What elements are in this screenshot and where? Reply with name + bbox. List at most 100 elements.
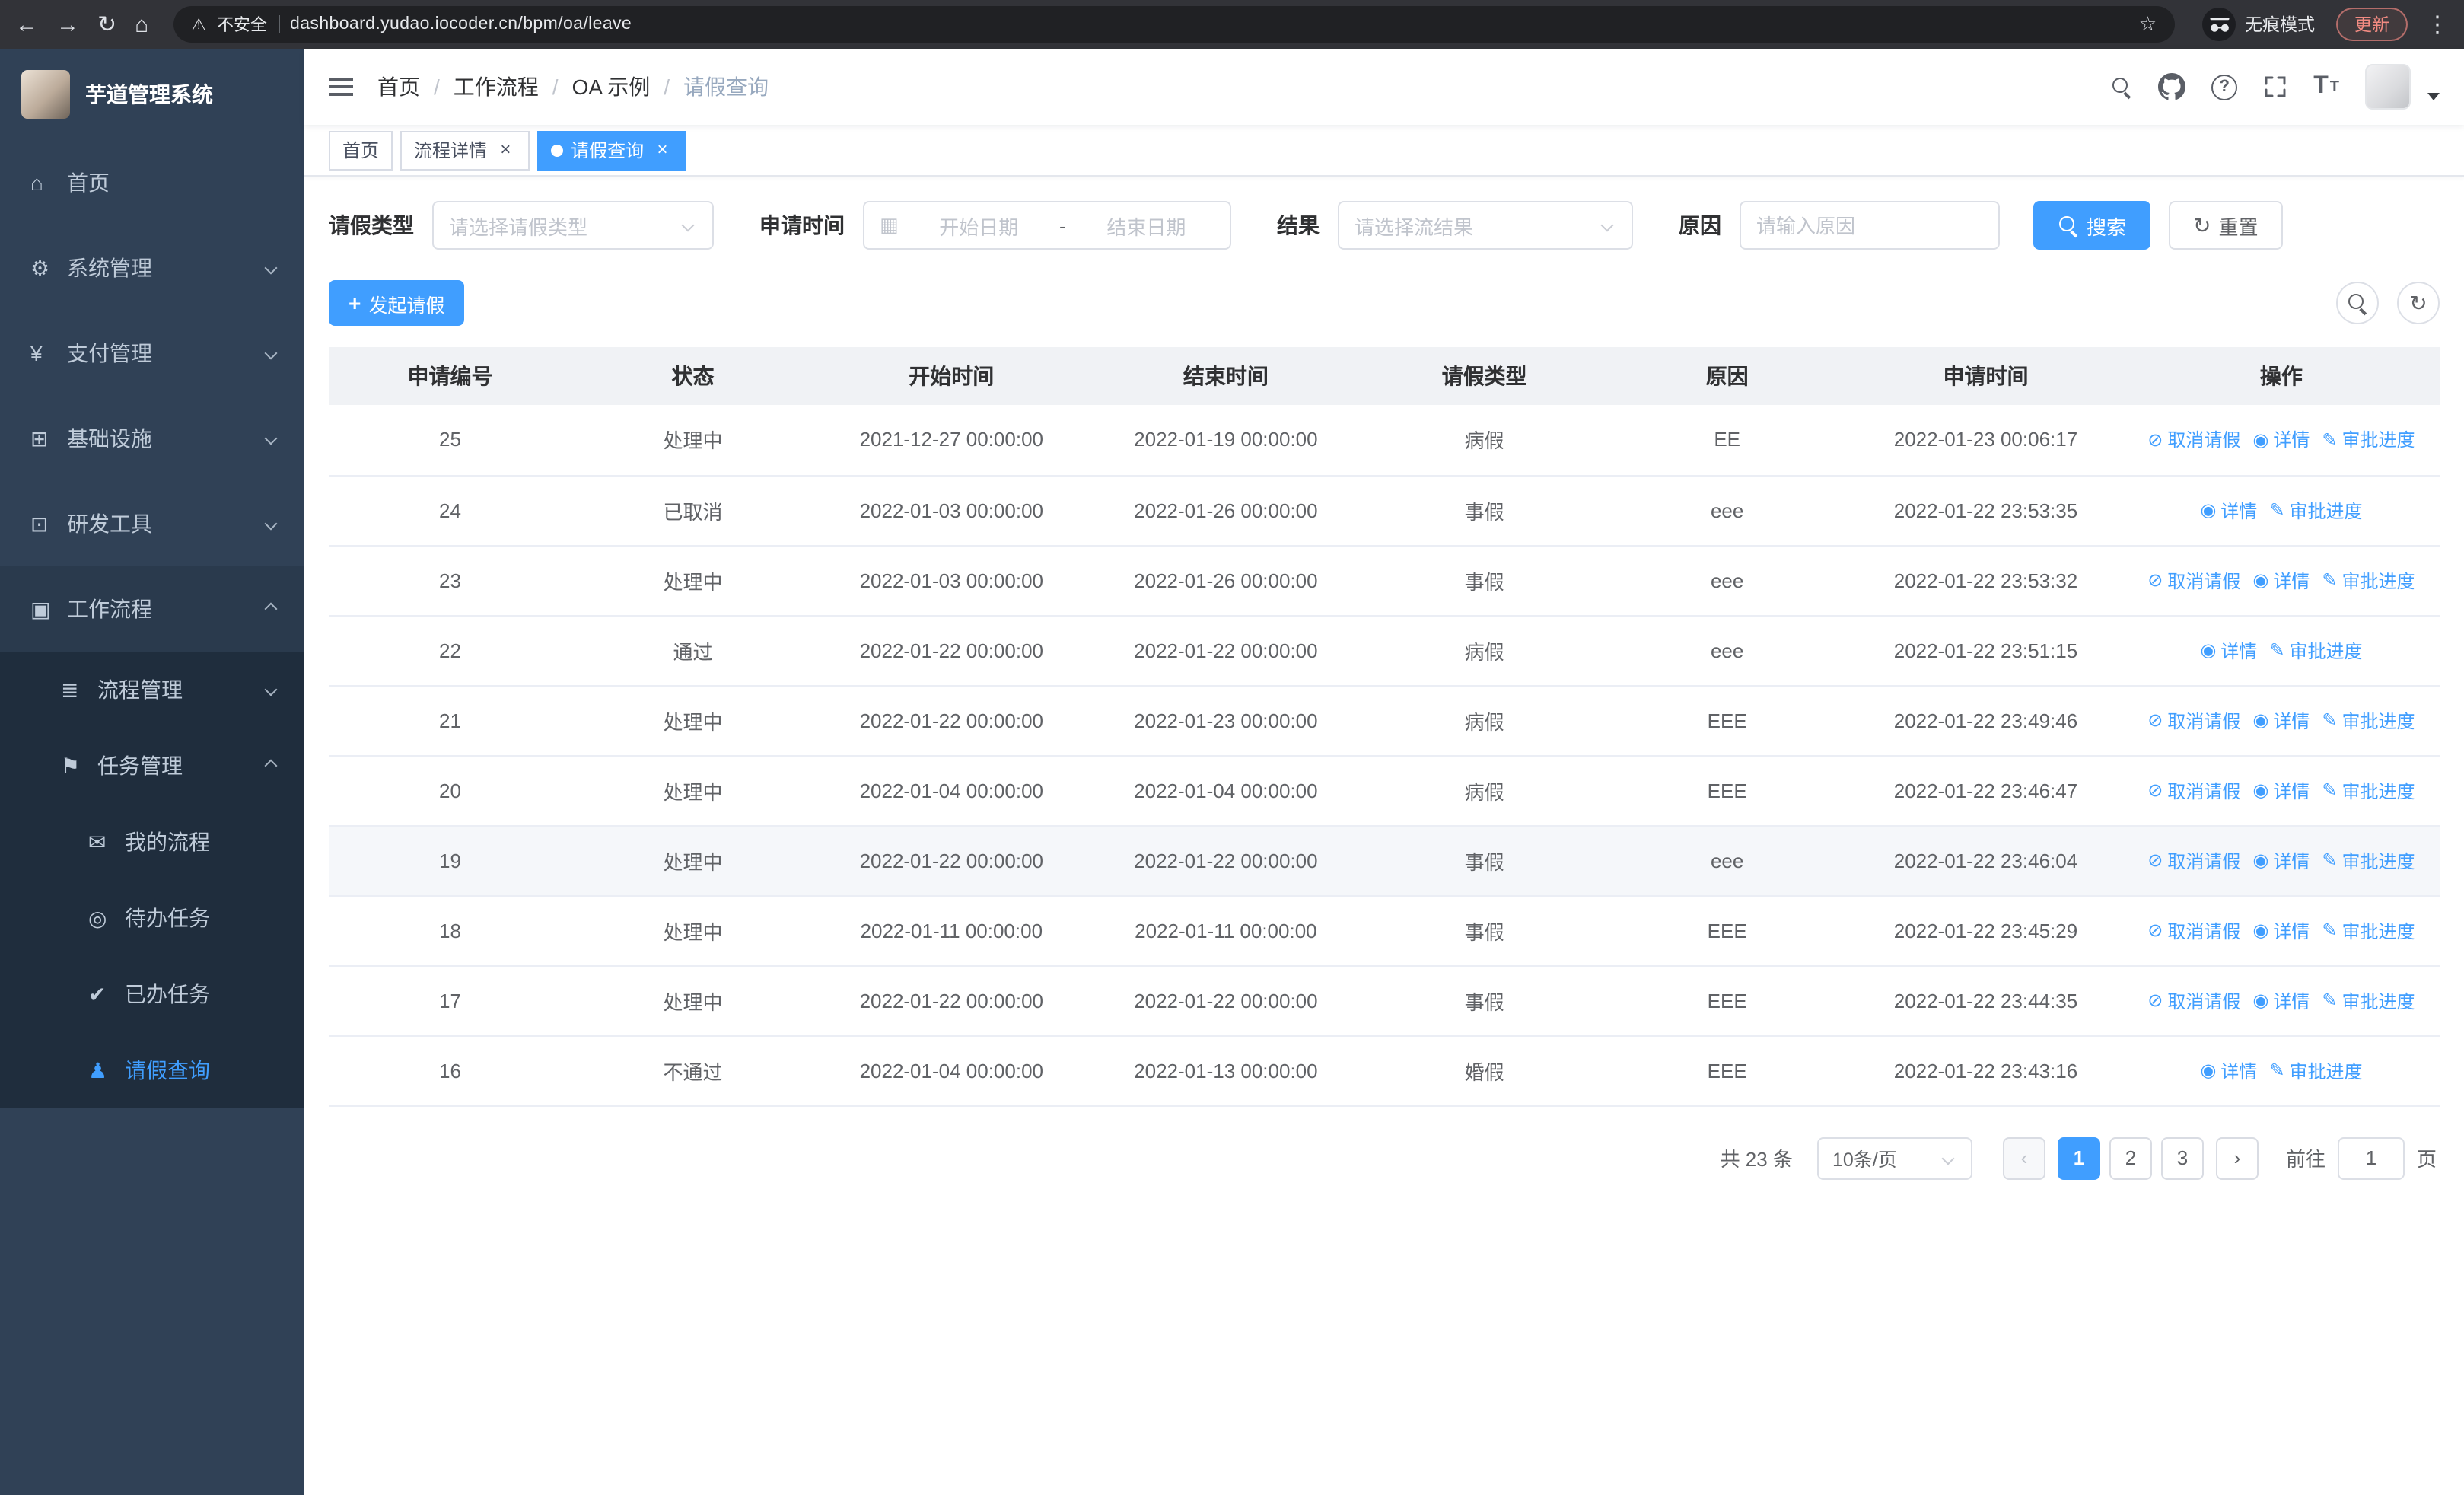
cancel-leave-link[interactable]: ⊘ 取消请假 <box>2147 777 2240 803</box>
github-button[interactable] <box>2158 73 2186 100</box>
kebab-menu-icon[interactable]: ⋮ <box>2426 13 2449 36</box>
search-button[interactable] <box>2111 76 2132 97</box>
incognito-icon <box>2202 8 2236 41</box>
help-button[interactable]: ? <box>2211 74 2238 100</box>
avatar-caret-icon[interactable] <box>2427 93 2440 100</box>
detail-link[interactable]: ◉ 详情 <box>2252 707 2310 733</box>
detail-link[interactable]: ◉ 详情 <box>2252 987 2310 1013</box>
forward-icon[interactable]: → <box>56 13 79 36</box>
sidebar-item-label: 已办任务 <box>125 982 210 1006</box>
approval-progress-link[interactable]: ✎ 审批进度 <box>2269 497 2362 523</box>
refresh-table-button[interactable]: ↻ <box>2397 282 2440 324</box>
op-label: 详情 <box>2220 500 2258 521</box>
reload-icon[interactable]: ↻ <box>97 13 116 36</box>
table-cell: 2022-01-22 23:44:35 <box>1848 965 2123 1036</box>
table-cell: 2022-01-22 00:00:00 <box>1088 615 1364 686</box>
op-label: 审批进度 <box>2289 500 2363 521</box>
search-submit-button[interactable]: 搜索 <box>2033 201 2151 250</box>
close-icon[interactable]: × <box>495 139 516 161</box>
apply-time-range-picker[interactable]: ▦ 开始日期 - 结束日期 <box>863 201 1231 250</box>
sidebar-item-todo-tasks[interactable]: ◎ 待办任务 <box>0 880 304 956</box>
detail-link[interactable]: ◉ 详情 <box>2200 497 2257 523</box>
font-size-button[interactable]: TT <box>2313 73 2339 100</box>
tab-process-detail[interactable]: 流程详情 × <box>400 130 530 170</box>
view-icon: ◉ <box>2252 429 2269 451</box>
dashboard-icon: ⌂ <box>30 171 43 195</box>
approval-progress-link[interactable]: ✎ 审批进度 <box>2322 567 2415 593</box>
tab-leave-query[interactable]: 请假查询 × <box>537 130 687 170</box>
op-label: 审批进度 <box>2341 990 2415 1012</box>
sidebar-item-my-process[interactable]: ✉ 我的流程 <box>0 804 304 880</box>
app-title: 芋道管理系统 <box>85 82 213 107</box>
op-label: 详情 <box>2220 640 2258 661</box>
approval-progress-link[interactable]: ✎ 审批进度 <box>2322 847 2415 873</box>
toggle-search-button[interactable] <box>2336 282 2379 324</box>
cancel-leave-link[interactable]: ⊘ 取消请假 <box>2147 847 2240 873</box>
update-button[interactable]: 更新 <box>2336 8 2408 41</box>
sidebar-item-infrastructure[interactable]: ⊞ 基础设施 <box>0 396 304 481</box>
sidebar-item-done-tasks[interactable]: ✔ 已办任务 <box>0 956 304 1032</box>
view-icon: ◉ <box>2200 499 2217 521</box>
breadcrumb-item[interactable]: OA 示例 <box>572 72 651 102</box>
sidebar-item-home[interactable]: ⌂ 首页 <box>0 140 304 225</box>
page-button-1[interactable]: 1 <box>2057 1136 2100 1179</box>
approval-progress-link[interactable]: ✎ 审批进度 <box>2322 917 2415 943</box>
approval-progress-link[interactable]: ✎ 审批进度 <box>2269 1057 2362 1083</box>
page-size-select[interactable]: 10条/页 <box>1816 1136 1972 1179</box>
approval-progress-link[interactable]: ✎ 审批进度 <box>2322 987 2415 1013</box>
approval-progress-link[interactable]: ✎ 审批进度 <box>2322 777 2415 803</box>
result-select[interactable]: 请选择流结果 <box>1338 201 1633 250</box>
detail-link[interactable]: ◉ 详情 <box>2252 427 2310 453</box>
reason-input[interactable] <box>1740 201 2000 250</box>
bookmark-star-icon[interactable]: ☆ <box>2139 12 2157 37</box>
page-button-3[interactable]: 3 <box>2160 1136 2204 1179</box>
table-cell: EEE <box>1606 755 1849 826</box>
collapse-sidebar-button[interactable] <box>329 78 353 96</box>
sidebar-item-workflow[interactable]: ▣ 工作流程 <box>0 566 304 652</box>
tab-label: 首页 <box>342 140 380 161</box>
cancel-leave-link[interactable]: ⊘ 取消请假 <box>2147 917 2240 943</box>
fullscreen-button[interactable] <box>2263 75 2287 99</box>
cancel-leave-link[interactable]: ⊘ 取消请假 <box>2147 427 2240 453</box>
reset-button[interactable]: ↻ 重置 <box>2169 201 2283 250</box>
breadcrumb-item[interactable]: 工作流程 <box>454 72 539 102</box>
sidebar-item-payment[interactable]: ¥ 支付管理 <box>0 311 304 396</box>
delete-icon: ⊘ <box>2147 569 2163 591</box>
address-bar[interactable]: ⚠ 不安全 dashboard.yudao.iocoder.cn/bpm/oa/… <box>173 6 2175 43</box>
sidebar-item-system[interactable]: ⚙ 系统管理 <box>0 225 304 311</box>
detail-link[interactable]: ◉ 详情 <box>2252 847 2310 873</box>
prev-page-button[interactable]: ‹ <box>2002 1136 2045 1179</box>
detail-link[interactable]: ◉ 详情 <box>2252 917 2310 943</box>
close-icon[interactable]: × <box>651 139 673 161</box>
leave-type-select[interactable]: 请选择请假类型 <box>432 201 714 250</box>
detail-link[interactable]: ◉ 详情 <box>2252 777 2310 803</box>
cancel-leave-link[interactable]: ⊘ 取消请假 <box>2147 707 2240 733</box>
home-icon[interactable]: ⌂ <box>135 13 148 36</box>
sidebar-item-process-mgmt[interactable]: ≣ 流程管理 <box>0 652 304 728</box>
breadcrumb-item[interactable]: 首页 <box>377 72 420 102</box>
cancel-leave-link[interactable]: ⊘ 取消请假 <box>2147 987 2240 1013</box>
sidebar-item-task-mgmt[interactable]: ⚑ 任务管理 <box>0 728 304 804</box>
approval-progress-link[interactable]: ✎ 审批进度 <box>2322 707 2415 733</box>
back-icon[interactable]: ← <box>15 13 38 36</box>
page-button-2[interactable]: 2 <box>2109 1136 2152 1179</box>
goto-page-input[interactable] <box>2337 1136 2405 1179</box>
detail-link[interactable]: ◉ 详情 <box>2252 567 2310 593</box>
cancel-leave-link[interactable]: ⊘ 取消请假 <box>2147 567 2240 593</box>
font-size-icon: T <box>2313 73 2329 99</box>
approval-progress-link[interactable]: ✎ 审批进度 <box>2269 637 2362 663</box>
table-cell: 处理中 <box>571 545 814 616</box>
sidebar-item-devtools[interactable]: ⊡ 研发工具 <box>0 481 304 566</box>
sidebar-item-leave-query[interactable]: ♟ 请假查询 <box>0 1032 304 1108</box>
create-leave-button[interactable]: + 发起请假 <box>329 280 465 326</box>
detail-link[interactable]: ◉ 详情 <box>2200 637 2257 663</box>
detail-link[interactable]: ◉ 详情 <box>2200 1057 2257 1083</box>
user-avatar[interactable] <box>2365 64 2411 110</box>
table-cell: 病假 <box>1363 615 1606 686</box>
next-page-button[interactable]: › <box>2215 1136 2259 1179</box>
tab-home[interactable]: 首页 <box>329 130 393 170</box>
op-label: 审批进度 <box>2341 850 2415 872</box>
result-label: 结果 <box>1277 213 1320 237</box>
table-cell: 2022-01-22 00:00:00 <box>1088 965 1364 1036</box>
approval-progress-link[interactable]: ✎ 审批进度 <box>2322 427 2415 453</box>
